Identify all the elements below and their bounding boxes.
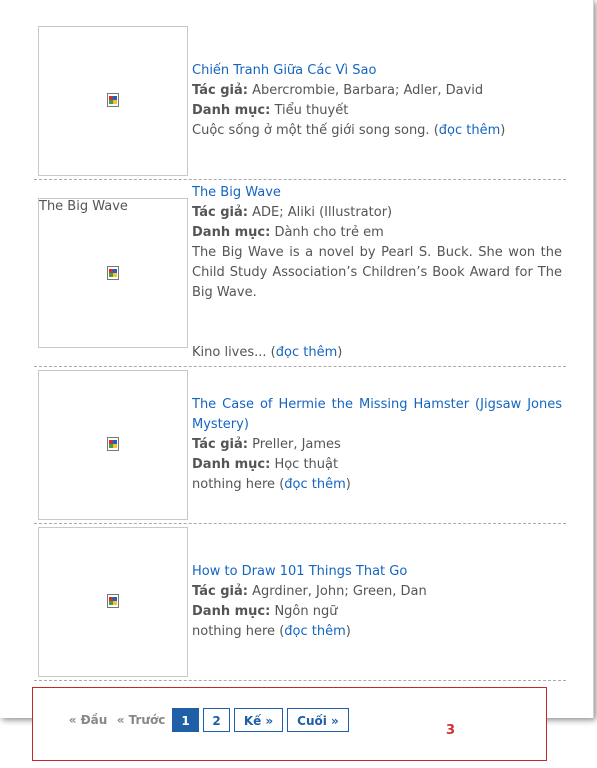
book-description: nothing here (đọc thêm) — [192, 622, 562, 642]
book-info: Chiến Tranh Giữa Các Vì Sao Tác giả: Abe… — [192, 61, 562, 141]
description-text: nothing here ( — [192, 477, 285, 492]
book-item: How to Draw 101 Things That Go Tác giả: … — [34, 523, 566, 681]
book-authors: Abercrombie, Barbara; Adler, David — [252, 83, 484, 98]
pagination-box: « Đầu « Trước 1 2 Kế » Cuối » 3 — [32, 687, 547, 761]
description-text: Cuộc sống ở một thế giới song song. ( — [192, 123, 439, 138]
book-title-link[interactable]: The Big Wave — [192, 185, 281, 200]
book-category: Tiểu thuyết — [274, 103, 349, 118]
book-authors: Agrdiner, John; Green, Dan — [252, 584, 427, 599]
book-description-tail: Kino lives... (đọc thêm) — [192, 343, 562, 363]
book-category: Ngôn ngữ — [274, 604, 338, 619]
last-page-button[interactable]: Cuối » — [287, 708, 349, 732]
book-title-link[interactable]: Chiến Tranh Giữa Các Vì Sao — [192, 63, 376, 78]
book-thumbnail[interactable] — [38, 26, 188, 176]
broken-image-icon — [107, 594, 119, 608]
read-more-link[interactable]: đọc thêm — [284, 624, 345, 639]
annotation-number: 3 — [446, 723, 456, 738]
author-label: Tác giả: — [192, 437, 248, 452]
book-category: Học thuật — [274, 457, 339, 472]
book-info: How to Draw 101 Things That Go Tác giả: … — [192, 562, 562, 642]
book-category: Dành cho trẻ em — [274, 225, 384, 240]
book-description: The Big Wave is a novel by Pearl S. Buck… — [192, 245, 562, 300]
category-label: Danh mục: — [192, 225, 271, 240]
book-title-link[interactable]: How to Draw 101 Things That Go — [192, 564, 407, 579]
paren-close: ) — [500, 123, 506, 138]
image-alt-text: The Big Wave — [39, 199, 128, 214]
page-1-button[interactable]: 1 — [172, 708, 199, 732]
first-page-link[interactable]: « Đầu — [67, 708, 109, 732]
book-thumbnail[interactable] — [38, 527, 188, 677]
prev-page-link[interactable]: « Trước — [115, 708, 167, 732]
broken-image-icon — [107, 266, 119, 280]
page-2-button[interactable]: 2 — [203, 708, 230, 732]
book-info: The Big Wave Tác giả: ADE; Aliki (Illust… — [192, 183, 562, 360]
paren-close: ) — [345, 477, 351, 492]
author-label: Tác giả: — [192, 83, 248, 98]
read-more-link[interactable]: đọc thêm — [439, 123, 500, 138]
description-text: nothing here ( — [192, 624, 285, 639]
author-label: Tác giả: — [192, 205, 248, 220]
next-page-button[interactable]: Kế » — [234, 708, 283, 732]
book-description: nothing here (đọc thêm) — [192, 475, 562, 495]
read-more-link[interactable]: đọc thêm — [276, 345, 337, 360]
book-item: The Big Wave The Big Wave Tác giả: ADE; … — [34, 179, 566, 367]
book-list-panel: Chiến Tranh Giữa Các Vì Sao Tác giả: Abe… — [0, 0, 594, 718]
category-label: Danh mục: — [192, 103, 271, 118]
paren-close: ) — [337, 345, 343, 360]
book-thumbnail[interactable]: The Big Wave — [38, 198, 188, 348]
paren-close: ) — [345, 624, 351, 639]
book-item: The Case of Hermie the Missing Hamster (… — [34, 366, 566, 524]
book-item: Chiến Tranh Giữa Các Vì Sao Tác giả: Abe… — [34, 16, 566, 180]
description-tail-text: Kino lives... ( — [192, 345, 276, 360]
book-authors: ADE; Aliki (Illustrator) — [252, 205, 393, 220]
author-label: Tác giả: — [192, 584, 248, 599]
book-description: Cuộc sống ở một thế giới song song. (đọc… — [192, 121, 562, 141]
book-thumbnail[interactable] — [38, 370, 188, 520]
book-title-link[interactable]: The Case of Hermie the Missing Hamster (… — [192, 397, 562, 432]
book-authors: Preller, James — [252, 437, 341, 452]
broken-image-icon — [107, 437, 119, 451]
broken-image-icon — [107, 93, 119, 107]
read-more-link[interactable]: đọc thêm — [284, 477, 345, 492]
book-info: The Case of Hermie the Missing Hamster (… — [192, 395, 562, 495]
category-label: Danh mục: — [192, 604, 271, 619]
category-label: Danh mục: — [192, 457, 271, 472]
